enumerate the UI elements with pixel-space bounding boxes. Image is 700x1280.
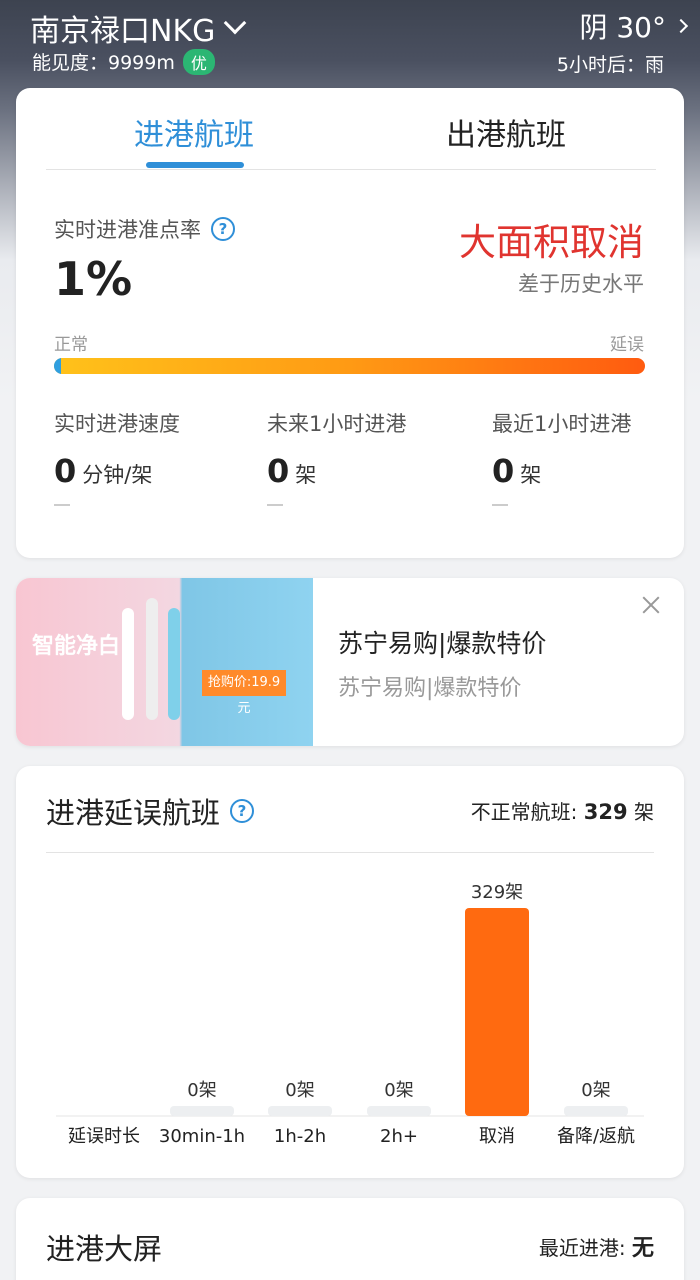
ontime-level-marker [54, 358, 61, 374]
data-label-2: 0架 [384, 1080, 413, 1101]
help-icon[interactable]: ? [211, 217, 235, 241]
tick-label-2: 2h+ [380, 1126, 418, 1147]
scale-delay-label: 延误 [610, 335, 644, 355]
weather-current: 阴 30° [579, 11, 666, 44]
ad-banner[interactable]: 智能净白 抢购价:19.9元 苏宁易购|爆款特价 苏宁易购|爆款特价 [16, 578, 684, 746]
visibility-label: 能见度：9999m [32, 52, 175, 74]
airport-name: 南京禄口NKG [30, 14, 216, 49]
ontime-status: 大面积取消 [459, 221, 644, 264]
ontime-status-sub: 差于历史水平 [518, 272, 644, 296]
ad-image-text: 智能净白 [32, 634, 121, 659]
board-recent-value: 无 [631, 1236, 654, 1261]
stat-next-hour: 未来1小时进港 0架 [267, 408, 406, 506]
tab-active-indicator [146, 162, 244, 168]
tick-label-0: 30min-1h [159, 1126, 245, 1147]
stat-speed-trend [54, 504, 70, 506]
data-label-0: 0架 [187, 1080, 216, 1101]
chevron-down-icon [224, 11, 247, 35]
scale-normal-label: 正常 [54, 335, 88, 355]
flight-tabs: 进港航班 出港航班 [46, 88, 656, 170]
bar-3 [465, 908, 529, 1116]
ontime-rate-label: 实时进港准点率 ? [54, 214, 235, 244]
stat-next-hour-trend [267, 504, 283, 506]
stat-next-hour-unit: 架 [295, 463, 317, 487]
toothbrush-image [168, 608, 180, 720]
stat-next-hour-value: 0 [267, 452, 290, 490]
stat-last-hour-unit: 架 [520, 463, 542, 487]
data-label-3: 329架 [471, 882, 523, 903]
delay-bar-chart: 延误时长 0架 30min-1h 0架 1h-2h 0架 2h+ 329架取消 0架备降/返航 [56, 882, 644, 1147]
ad-image-price: 抢购价:19.9元 [202, 670, 286, 716]
chevron-right-icon [673, 18, 689, 34]
bar-4 [564, 1106, 628, 1116]
arrival-board-card[interactable]: 进港大屏 最近进港: 无 [16, 1198, 684, 1280]
ontime-rate-value: 1% [54, 252, 133, 306]
toothbrush-image [146, 598, 158, 720]
tab-departures[interactable]: 出港航班 [446, 110, 566, 154]
bar-0 [170, 1106, 234, 1116]
data-label-1: 0架 [285, 1080, 314, 1101]
x-axis-label: 延误时长 [68, 1126, 140, 1147]
stat-speed-value: 0 [54, 452, 77, 490]
ad-image[interactable]: 智能净白 抢购价:19.9元 [16, 578, 313, 746]
ontime-rate-label-text: 实时进港准点率 [54, 218, 201, 242]
airport-selector[interactable]: 南京禄口NKG [30, 6, 247, 50]
bar-1 [268, 1106, 332, 1116]
delay-card: 进港延误航班 ? 不正常航班: 329 架 延误时长 0架 30min-1h 0架 1h… [16, 766, 684, 1178]
board-title: 进港大屏 [46, 1232, 163, 1266]
close-icon[interactable] [640, 594, 662, 616]
ad-subtitle: 苏宁易购|爆款特价 [338, 676, 522, 701]
tick-label-3: 取消 [479, 1126, 515, 1147]
tick-label-4: 备降/返航 [557, 1126, 635, 1147]
stat-last-hour-label: 最近1小时进港 [492, 412, 632, 436]
data-label-4: 0架 [581, 1080, 610, 1101]
tab-arrivals[interactable]: 进港航班 [134, 110, 254, 154]
stat-last-hour-value: 0 [492, 452, 515, 490]
tick-label-1: 1h-2h [274, 1126, 326, 1147]
stat-speed-unit: 分钟/架 [82, 463, 153, 487]
ontime-level-bar [54, 358, 645, 374]
header: 南京禄口NKG 能见度：9999m 优 阴 30° 5小时后：雨 [0, 0, 700, 90]
visibility-badge: 优 [182, 48, 215, 75]
stat-last-hour-trend [492, 504, 508, 506]
board-recent-label: 最近进港: [538, 1236, 626, 1260]
stat-next-hour-label: 未来1小时进港 [267, 412, 407, 436]
weather-button[interactable]: 阴 30° [579, 6, 689, 46]
ad-title[interactable]: 苏宁易购|爆款特价 [338, 624, 546, 660]
bar-2 [367, 1106, 431, 1116]
toothbrush-image [122, 608, 134, 720]
arrivals-card: 进港航班 出港航班 实时进港准点率 ? 1% 大面积取消 差于历史水平 正常 延… [16, 88, 684, 558]
weather-forecast: 5小时后：雨 [556, 54, 664, 76]
board-recent: 最近进港: 无 [539, 1230, 654, 1262]
stat-speed: 实时进港速度 0 分钟/架 [54, 408, 180, 506]
stat-speed-label: 实时进港速度 [54, 412, 180, 436]
visibility-info: 能见度：9999m 优 [32, 48, 215, 75]
stat-last-hour: 最近1小时进港 0架 [492, 408, 631, 506]
